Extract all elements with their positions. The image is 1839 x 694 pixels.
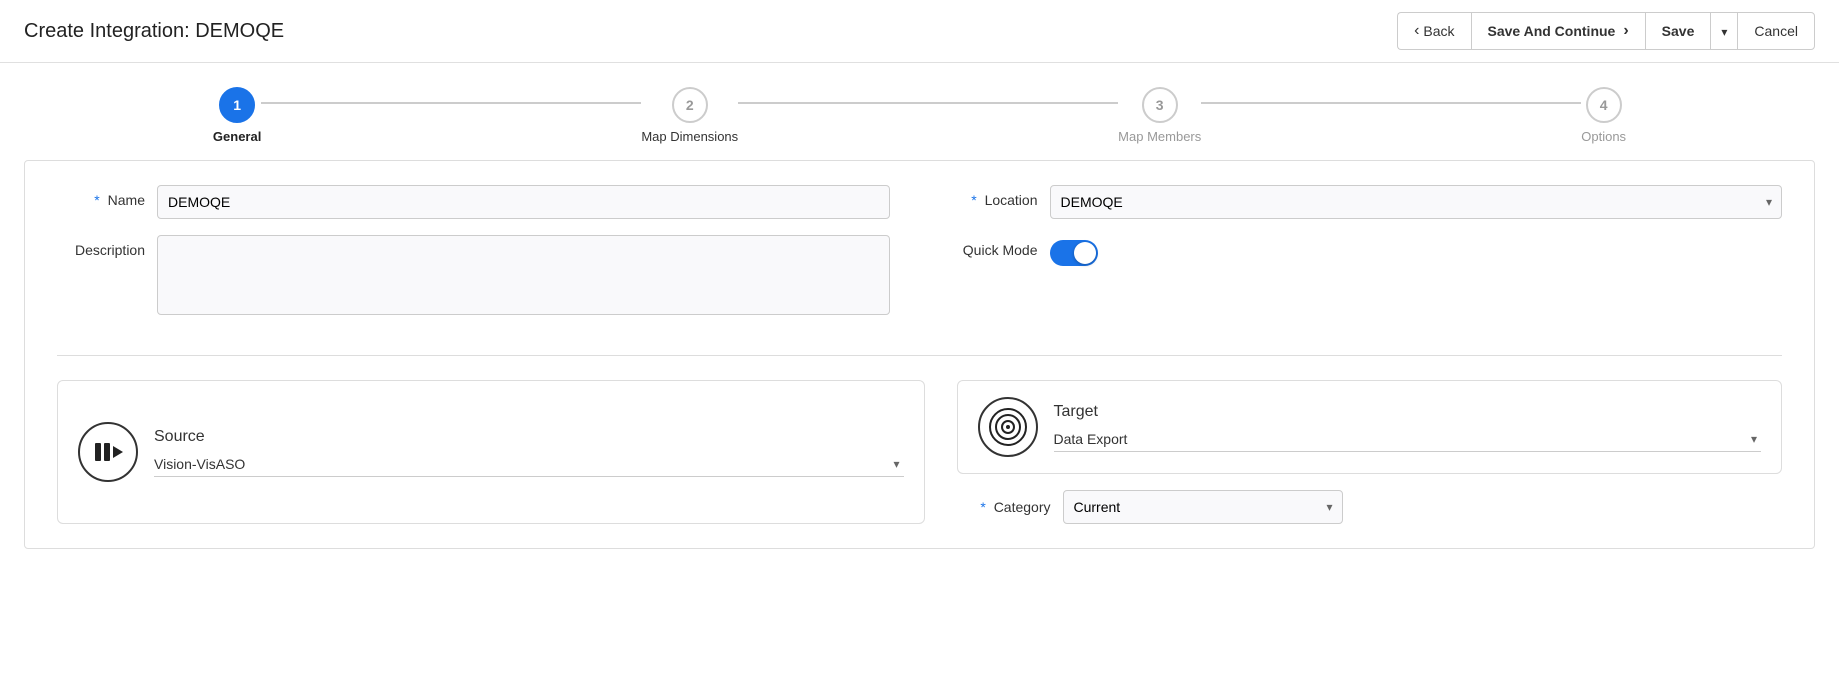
form-left: * Name Description (57, 185, 890, 331)
step-2-label: Map Dimensions (641, 129, 738, 144)
description-label: Description (57, 235, 157, 258)
category-select-wrapper: Current ▾ (1063, 490, 1343, 524)
source-card-body: Source Vision-VisASO ▾ (154, 428, 904, 477)
quick-mode-row: Quick Mode (950, 235, 1783, 266)
step-4-circle: 4 (1586, 87, 1622, 123)
target-title: Target (1054, 403, 1762, 421)
right-extra: Target Data Export ▾ * Category (957, 380, 1783, 524)
step-line-2 (738, 102, 1118, 104)
step-1[interactable]: 1 General (213, 87, 261, 144)
category-label: * Category (973, 499, 1063, 515)
source-card: Source Vision-VisASO ▾ (57, 380, 925, 524)
form-section: * Name Description * Location (57, 185, 1782, 356)
location-select-wrapper: DEMOQE ▾ (1050, 185, 1783, 219)
target-select[interactable]: Data Export (1054, 427, 1762, 452)
source-target-section: Source Vision-VisASO ▾ (57, 380, 1782, 524)
target-card: Target Data Export ▾ (957, 380, 1783, 474)
category-required-star: * (980, 499, 985, 515)
category-row: * Category Current ▾ (957, 490, 1783, 524)
description-textarea[interactable] (157, 235, 890, 315)
step-3[interactable]: 3 Map Members (1118, 87, 1201, 144)
name-required-star: * (94, 192, 99, 208)
step-4-label: Options (1581, 129, 1626, 144)
toggle-knob (1074, 242, 1096, 264)
step-3-label: Map Members (1118, 129, 1201, 144)
source-svg-icon (91, 435, 125, 469)
name-label: * Name (57, 185, 157, 208)
location-select[interactable]: DEMOQE (1050, 185, 1783, 219)
description-row: Description (57, 235, 890, 315)
source-select-wrapper: Vision-VisASO ▾ (154, 452, 904, 477)
header: Create Integration: DEMOQE Back Save And… (0, 0, 1839, 63)
page-title: Create Integration: DEMOQE (24, 20, 284, 43)
step-1-circle: 1 (219, 87, 255, 123)
chevron-down-icon (1721, 23, 1727, 39)
name-input[interactable] (157, 185, 890, 219)
chevron-left-icon (1414, 22, 1419, 40)
quick-mode-toggle[interactable] (1050, 240, 1098, 266)
target-select-wrapper: Data Export ▾ (1054, 427, 1762, 452)
steps-container: 1 General 2 Map Dimensions 3 Map Members… (0, 63, 1839, 160)
chevron-right-icon (1619, 22, 1628, 40)
quick-mode-label: Quick Mode (950, 235, 1050, 258)
quick-mode-toggle-wrapper (1050, 235, 1098, 266)
source-icon (78, 422, 138, 482)
source-select[interactable]: Vision-VisASO (154, 452, 904, 477)
cancel-button[interactable]: Cancel (1737, 12, 1815, 50)
target-svg-icon (988, 407, 1028, 447)
save-button[interactable]: Save (1645, 12, 1711, 50)
target-icon (978, 397, 1038, 457)
location-required-star: * (971, 192, 976, 208)
source-title: Source (154, 428, 904, 446)
step-line-1 (261, 102, 641, 104)
step-1-label: General (213, 129, 261, 144)
main-content: * Name Description * Location (24, 160, 1815, 549)
back-button[interactable]: Back (1397, 12, 1470, 50)
location-label: * Location (950, 185, 1050, 208)
step-4[interactable]: 4 Options (1581, 87, 1626, 144)
header-actions: Back Save And Continue Save Cancel (1397, 12, 1815, 50)
location-row: * Location DEMOQE ▾ (950, 185, 1783, 219)
step-2[interactable]: 2 Map Dimensions (641, 87, 738, 144)
save-dropdown-button[interactable] (1710, 12, 1737, 50)
target-card-body: Target Data Export ▾ (1054, 403, 1762, 452)
category-select[interactable]: Current (1063, 490, 1343, 524)
save-and-continue-button[interactable]: Save And Continue (1471, 12, 1645, 50)
steps-row: 1 General 2 Map Dimensions 3 Map Members… (213, 87, 1626, 144)
step-2-circle: 2 (672, 87, 708, 123)
form-right: * Location DEMOQE ▾ Quick Mode (950, 185, 1783, 331)
name-row: * Name (57, 185, 890, 219)
step-3-circle: 3 (1142, 87, 1178, 123)
step-line-3 (1201, 102, 1581, 104)
